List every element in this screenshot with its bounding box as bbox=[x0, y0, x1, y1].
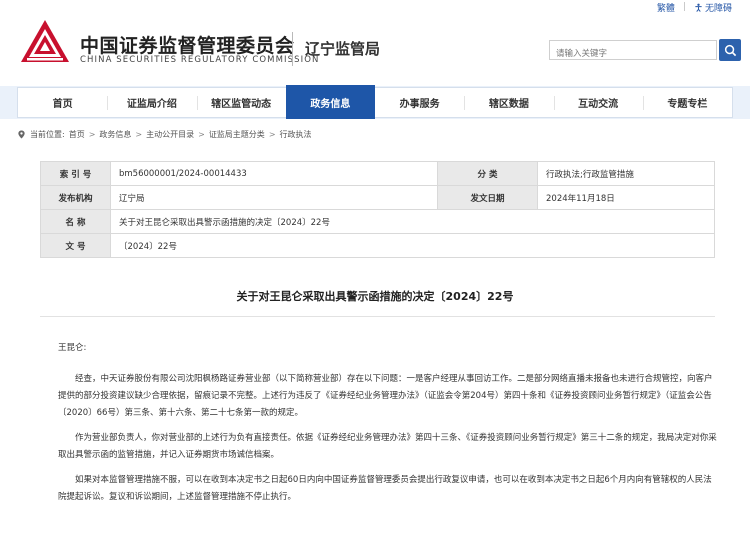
breadcrumb-government-info[interactable]: 政务信息 bbox=[99, 129, 131, 140]
location-pin-icon bbox=[18, 130, 25, 139]
nav-item-home[interactable]: 首页 bbox=[18, 88, 107, 117]
chevron-right-icon: > bbox=[88, 130, 96, 139]
paragraph: 如果对本监督管理措施不服，可以在收到本决定书之日起60日内向中国证券监督管理委员… bbox=[58, 475, 712, 502]
issuer-value: 辽宁局 bbox=[110, 185, 438, 210]
nav-item-special-topics[interactable]: 专题专栏 bbox=[642, 88, 732, 117]
breadcrumb-enforcement[interactable]: 行政执法 bbox=[280, 129, 312, 140]
index-number-label: 索 引 号 bbox=[40, 161, 111, 186]
search-icon bbox=[724, 44, 736, 56]
doc-number-label: 文 号 bbox=[40, 233, 111, 258]
date-label: 发文日期 bbox=[437, 185, 538, 210]
category-label: 分 类 bbox=[437, 161, 538, 186]
issuer-label: 发布机构 bbox=[40, 185, 111, 210]
table-row: 索 引 号 bm56000001/2024-00014433 分 类 行政执法;… bbox=[40, 161, 715, 186]
nav-item-government-info[interactable]: 政务信息 bbox=[285, 85, 375, 119]
search-box bbox=[549, 40, 717, 63]
search-button[interactable] bbox=[719, 39, 741, 61]
search-input[interactable] bbox=[550, 45, 716, 63]
chevron-right-icon: > bbox=[135, 130, 143, 139]
salutation: 王昆仑: bbox=[58, 343, 87, 353]
category-value: 行政执法;行政监管措施 bbox=[537, 161, 715, 186]
document-title: 关于对王昆仑采取出具警示函措施的决定〔2024〕22号 bbox=[236, 290, 514, 303]
breadcrumb-disclosure-catalog[interactable]: 主动公开目录 bbox=[146, 129, 194, 140]
paragraph: 经查，中天证券股份有限公司沈阳枫杨路证券营业部（以下简称营业部）存在以下问题：一… bbox=[58, 374, 713, 418]
breadcrumb: 当前位置: 首页 > 政务信息 > 主动公开目录 > 证监局主题分类 > 行政执… bbox=[17, 129, 312, 140]
header-divider bbox=[292, 32, 293, 66]
title-divider bbox=[40, 316, 715, 317]
org-name-en: CHINA SECURITIES REGULATORY COMMISSION bbox=[80, 55, 320, 65]
site-header: 中国证券监督管理委员会 CHINA SECURITIES REGULATORY … bbox=[0, 10, 750, 82]
document-info-table: 索 引 号 bm56000001/2024-00014433 分 类 行政执法;… bbox=[40, 161, 715, 258]
document-body: 王昆仑: 经查，中天证券股份有限公司沈阳枫杨路证券营业部（以下简称营业部）存在以… bbox=[58, 340, 718, 514]
main-nav: 首页 证监局介绍 辖区监管动态 政务信息 办事服务 辖区数据 互动交流 专题专栏 bbox=[17, 85, 733, 119]
chevron-right-icon: > bbox=[268, 130, 276, 139]
name-value: 关于对王昆仑采取出具警示函措施的决定〔2024〕22号 bbox=[110, 209, 715, 234]
region-name: 辽宁监管局 bbox=[305, 40, 381, 58]
paragraph: 作为营业部负责人，你对营业部的上述行为负有直接责任。依据《证券经纪业务管理办法》… bbox=[58, 433, 717, 460]
nav-item-about[interactable]: 证监局介绍 bbox=[107, 88, 196, 117]
chevron-right-icon: > bbox=[198, 130, 205, 139]
table-row: 发布机构 辽宁局 发文日期 2024年11月18日 bbox=[40, 185, 715, 210]
date-value: 2024年11月18日 bbox=[537, 185, 715, 210]
breadcrumb-topic-category[interactable]: 证监局主题分类 bbox=[209, 129, 265, 140]
name-label: 名 称 bbox=[40, 209, 111, 234]
org-name-cn: 中国证券监督管理委员会 bbox=[80, 35, 295, 57]
main-nav-band: 首页 证监局介绍 辖区监管动态 政务信息 办事服务 辖区数据 互动交流 专题专栏 bbox=[0, 85, 750, 119]
breadcrumb-prefix: 当前位置: bbox=[30, 130, 65, 139]
nav-item-interaction[interactable]: 互动交流 bbox=[553, 88, 643, 117]
csrc-logo-icon[interactable] bbox=[19, 18, 71, 64]
doc-number-value: 〔2024〕22号 bbox=[110, 233, 715, 258]
breadcrumb-home[interactable]: 首页 bbox=[69, 129, 85, 140]
nav-item-services[interactable]: 办事服务 bbox=[375, 88, 464, 117]
nav-item-regulatory-news[interactable]: 辖区监管动态 bbox=[196, 88, 286, 117]
table-row: 名 称 关于对王昆仑采取出具警示函措施的决定〔2024〕22号 bbox=[40, 209, 715, 234]
index-number-value: bm56000001/2024-00014433 bbox=[110, 161, 438, 186]
table-row: 文 号 〔2024〕22号 bbox=[40, 233, 715, 258]
nav-item-regional-data[interactable]: 辖区数据 bbox=[464, 88, 553, 117]
